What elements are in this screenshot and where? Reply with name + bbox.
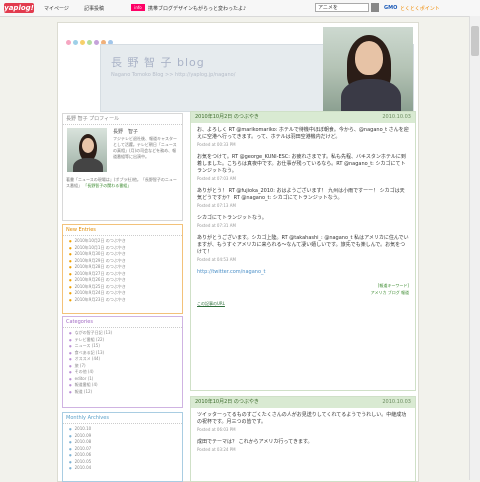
tweet-posted-time[interactable]: Posted at 07:13 AM (197, 202, 409, 209)
search-input[interactable]: アニメを (315, 3, 369, 12)
scrollbar-thumb[interactable] (471, 26, 479, 56)
post-1-title[interactable]: 2010年10月2日 のつぶやき (195, 114, 259, 120)
archive-item[interactable]: 2010.04 (69, 465, 182, 472)
decorative-dot (94, 40, 99, 45)
tweet-posted-time[interactable]: Posted at 07:31 AM (197, 222, 409, 229)
yaplog-logo[interactable]: yaplog! (4, 3, 34, 13)
tweet-text: お、よろしく RT @marikomariko: ホテルで待機中ほぼ朝食。今から… (197, 127, 409, 140)
info-text[interactable]: 携帯ブログデザインもがらっと変わったよ♪ (148, 5, 246, 12)
categories-list: ながの智子日記 (13)テレビ番組 (22)ニュース (15)食べある記 (13… (63, 330, 182, 395)
profile-photo (67, 128, 107, 172)
top-toolbar: yaplog! マイページ 記事投稿 info 携帯ブログデザインもがらっと変わ… (0, 0, 480, 17)
tag-label: [報道キーワード] (377, 283, 409, 288)
tweet-text: ツイッターってるものすごくたくさんの人がお見送りしてくれてるようでうれしい。中継… (197, 412, 407, 425)
post-1-date: 2010.10.03 (382, 114, 411, 120)
info-badge: info (131, 4, 145, 11)
blog-subtitle: Nagano Tomoko Blog >> http://yaplog.jp/n… (111, 72, 236, 78)
post-1: 2010年10月2日 のつぶやき 2010.10.03 お、よろしく RT @m… (190, 111, 416, 391)
permalink[interactable]: この記事のURL (197, 300, 409, 307)
profile-desc: フジテレビ退社後、報道キャスターとして活躍。テレビ朝日「ニュースの真相」(月)の… (113, 136, 177, 159)
post-tags: [報道キーワード] アメリカ ブログ 報道 (197, 282, 409, 296)
new-entries-title: New Entries (63, 225, 182, 236)
scrollbar[interactable] (469, 16, 480, 480)
decorative-dot (80, 40, 85, 45)
search-button[interactable] (371, 3, 379, 12)
profile-name: 長野 智子 (113, 129, 139, 135)
tag-links[interactable]: アメリカ ブログ 報道 (197, 289, 409, 296)
mypage-link[interactable]: マイページ (44, 5, 69, 12)
decorative-dot (87, 40, 92, 45)
post-2-header: 2010年10月2日 のつぶやき 2010.10.03 (191, 397, 415, 408)
twitter-link[interactable]: http://twitter.com/nagano_t (197, 269, 409, 276)
tweet-text: シカゴにてトランジットなう。 (197, 215, 267, 221)
tweet-posted-time[interactable]: Posted at 04:53 AM (197, 256, 409, 263)
categories-title: Categories (63, 317, 182, 328)
post-2-body: ツイッターってるものすごくたくさんの人がお見送りしてくれてるようでうれしい。中継… (191, 408, 415, 463)
tweet-posted-time[interactable]: Posted at 06:03 PM (197, 426, 409, 433)
decorative-dot (73, 40, 78, 45)
new-entries-box: New Entries 2010年10月2日 のつぶやき2010年10月1日 の… (62, 224, 183, 314)
tweet-posted-time[interactable]: Posted at 07:03 AM (197, 175, 409, 182)
category-item[interactable]: 報道 (12) (69, 389, 182, 396)
tweet-posted-time[interactable]: Posted at 00:33 PM (197, 141, 409, 148)
newpost-link[interactable]: 記事投稿 (84, 5, 104, 12)
tweet-text: ありがとうございます。シカゴ上陸。RT @takahashi_: @nagano… (197, 235, 409, 255)
blog-header: 長 野 智 子 blog Nagano Tomoko Blog >> http:… (100, 27, 414, 112)
archives-title: Monthly Archives (63, 413, 182, 424)
categories-box: Categories ながの智子日記 (13)テレビ番組 (22)ニュース (1… (62, 316, 183, 408)
archives-box: Monthly Archives 2010.102010.092010.0820… (62, 412, 183, 482)
header-photo (323, 27, 413, 111)
profile-box: 長野 智子 プロフィール 長野 智子 フジテレビ退社後、報道キャスターとして活躍… (62, 113, 183, 221)
post-2: 2010年10月2日 のつぶやき 2010.10.03 ツイッターってるものすご… (190, 396, 416, 482)
gmo-point-link[interactable]: とくとくポイント (400, 5, 440, 12)
decorative-dot (66, 40, 71, 45)
tweet-text: ありがとう！ RT @fujioka_2010: おはようございます！ 九州は小… (197, 188, 405, 201)
gmo-logo[interactable]: GMO (384, 5, 397, 11)
profile-more-link[interactable]: 「長野智子の関わる番組」 (83, 183, 131, 188)
new-entries-list: 2010年10月2日 のつぶやき2010年10月1日 のつぶやき2010年9月3… (63, 238, 182, 303)
profile-title: 長野 智子 プロフィール (63, 114, 182, 125)
post-2-date: 2010.10.03 (382, 399, 411, 405)
archives-list: 2010.102010.092010.082010.072010.062010.… (63, 426, 182, 472)
new-entry-item[interactable]: 2010年9月23日 のつぶやき (69, 297, 182, 304)
post-1-body: お、よろしく RT @marikomariko: ホテルで待機中ほぼ朝食。今から… (191, 123, 415, 311)
tweet-text: 成田でテーマは？ これからアメリカ行ってきます。 (197, 439, 313, 445)
blog-title[interactable]: 長 野 智 子 blog (111, 54, 205, 70)
tweet-posted-time[interactable]: Posted at 03:24 PM (197, 446, 409, 453)
post-2-title[interactable]: 2010年10月2日 のつぶやき (195, 399, 259, 405)
profile-more: 著書「ニュースの現場は」(ポプラ社)他。「長野智子のニュース番組」 「長野智子の… (66, 177, 179, 189)
tweet-text: お気をつけて。RT @george_KUNI-ESC: お疲れさまです。私も先程… (197, 154, 406, 174)
post-1-header: 2010年10月2日 のつぶやき 2010.10.03 (191, 112, 415, 123)
